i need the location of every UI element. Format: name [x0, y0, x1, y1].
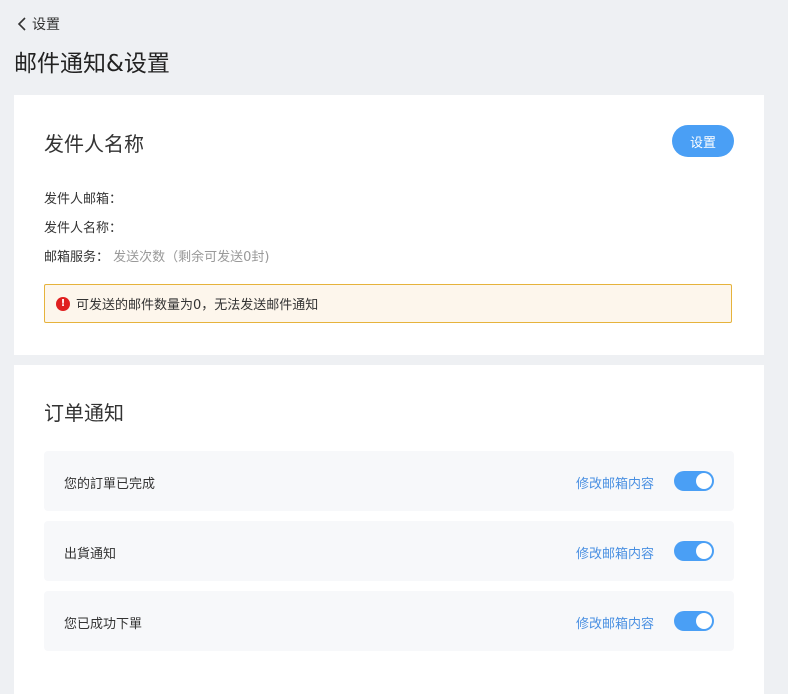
- notification-toggle[interactable]: [674, 471, 714, 491]
- set-sender-button[interactable]: 设置: [672, 125, 734, 157]
- notification-row: 出貨通知 修改邮箱内容: [44, 521, 734, 581]
- page-title: 邮件通知&设置: [14, 51, 170, 77]
- notification-row: 您的訂單已完成 修改邮箱内容: [44, 451, 734, 511]
- sender-email-label: 发件人邮箱：: [44, 192, 123, 207]
- notification-toggle[interactable]: [674, 611, 714, 631]
- notification-row: 您已成功下單 修改邮箱内容: [44, 591, 734, 651]
- toggle-knob: [696, 473, 712, 489]
- edit-email-content-link[interactable]: 修改邮箱内容: [576, 543, 654, 562]
- alert-text: 可发送的邮件数量为0，无法发送邮件通知: [76, 298, 319, 313]
- edit-email-content-link[interactable]: 修改邮箱内容: [576, 473, 654, 492]
- notification-label: 出貨通知: [64, 547, 117, 562]
- mail-service-label: 邮箱服务：: [44, 250, 110, 265]
- back-label: 设置: [32, 17, 60, 33]
- chevron-left-icon: [17, 17, 26, 31]
- sender-card: 发件人名称 设置 发件人邮箱： 发件人名称： 邮箱服务： 发送次数（剩余可发送0…: [14, 95, 764, 355]
- error-icon: !: [56, 296, 70, 311]
- toggle-knob: [696, 613, 712, 629]
- notification-label: 您的訂單已完成: [64, 477, 156, 492]
- notification-label: 您已成功下單: [64, 617, 143, 632]
- mail-service-row: 邮箱服务： 发送次数（剩余可发送0封): [44, 246, 270, 265]
- toggle-knob: [696, 543, 712, 559]
- quota-alert: ! 可发送的邮件数量为0，无法发送邮件通知: [44, 284, 732, 323]
- order-notification-card: 订单通知 您的訂單已完成 修改邮箱内容 出貨通知 修改邮箱内容 您已成功下單 修…: [14, 365, 764, 694]
- edit-email-content-link[interactable]: 修改邮箱内容: [576, 613, 654, 632]
- sender-name-label: 发件人名称：: [44, 221, 123, 236]
- back-link[interactable]: 设置: [16, 14, 60, 34]
- order-card-title: 订单通知: [44, 401, 124, 425]
- mail-service-value: 发送次数（剩余可发送0封): [113, 250, 270, 265]
- sender-card-title: 发件人名称: [44, 132, 144, 156]
- notification-toggle[interactable]: [674, 541, 714, 561]
